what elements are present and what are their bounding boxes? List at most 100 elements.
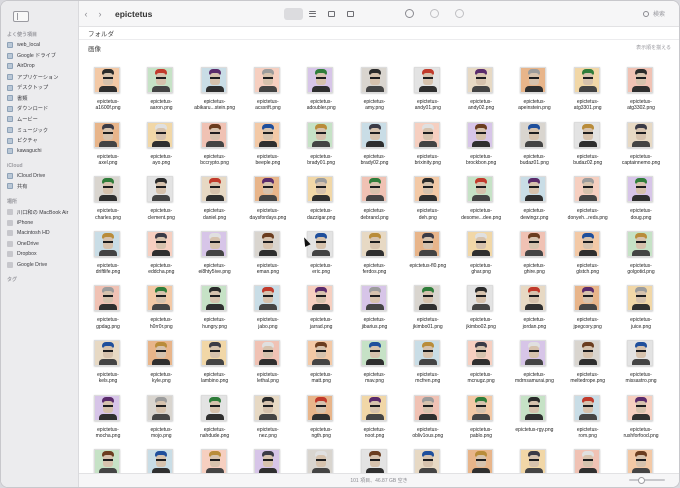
sidebar-item[interactable]: AirDrop bbox=[1, 61, 78, 72]
file-item[interactable]: epictetus-doug.png bbox=[614, 172, 668, 234]
file-item[interactable]: epictetus-brockbon.png bbox=[454, 118, 508, 180]
file-item[interactable]: epictetus-charles.png bbox=[81, 172, 135, 234]
file-item[interactable]: epictetus-acssrift.png bbox=[241, 63, 295, 125]
action-menu-icon[interactable] bbox=[405, 9, 415, 18]
sidebar-item[interactable]: ピクチャ bbox=[1, 135, 78, 146]
sidebar-item[interactable]: Dropbox bbox=[1, 249, 78, 260]
file-item[interactable]: epictetus-jkimbo01.png bbox=[401, 281, 455, 343]
file-item[interactable]: epictetus-adoubler.png bbox=[294, 63, 348, 125]
file-item[interactable]: epictetus-ghire.png bbox=[507, 227, 561, 289]
file-item[interactable]: epictetus-mcfren.png bbox=[401, 336, 455, 398]
sidebar-item[interactable]: iCloud Drive bbox=[1, 171, 78, 182]
sidebar-item[interactable]: kawaguchi bbox=[1, 146, 78, 157]
file-item[interactable]: epictetus-captainnemo.png bbox=[614, 118, 668, 180]
search-field[interactable]: 検索 bbox=[642, 9, 665, 18]
sidebar-item[interactable]: Macintosh HD bbox=[1, 228, 78, 239]
tag-icon[interactable] bbox=[455, 9, 465, 18]
file-item[interactable]: epictetus-lethal.png bbox=[241, 336, 295, 398]
file-item[interactable]: epictetus-deh.png bbox=[401, 172, 455, 234]
file-item[interactable]: epictetus-rom.png bbox=[561, 391, 615, 453]
file-item[interactable] bbox=[561, 445, 615, 473]
file-item[interactable]: epictetus-apeinstein.png bbox=[507, 63, 561, 125]
file-item[interactable]: epictetus-daysfordays.png bbox=[241, 172, 295, 234]
file-item[interactable]: epictetus-desome...dee.png bbox=[454, 172, 508, 234]
file-item[interactable]: epictetus-ghar.png bbox=[454, 227, 508, 289]
file-item[interactable]: epictetus-axel.png bbox=[81, 118, 135, 180]
file-item[interactable]: epictetus-aaron.png bbox=[134, 63, 188, 125]
view-icons-button[interactable] bbox=[79, 7, 679, 43]
file-item[interactable]: epictetus-glstch.png bbox=[561, 227, 615, 289]
file-item[interactable] bbox=[294, 445, 348, 473]
file-item[interactable] bbox=[81, 445, 135, 473]
file-item[interactable]: epictetus-budaz02.png bbox=[561, 118, 615, 180]
file-item[interactable]: epictetus-meltedrope.png bbox=[561, 336, 615, 398]
view-list-button[interactable] bbox=[303, 8, 322, 20]
sidebar-item[interactable]: ミュージック bbox=[1, 125, 78, 136]
sidebar-item[interactable]: OneDrive bbox=[1, 239, 78, 250]
file-item[interactable] bbox=[348, 445, 402, 473]
file-item[interactable]: epictetus-clement.png bbox=[134, 172, 188, 234]
file-item[interactable]: epictetus-brady01.png bbox=[294, 118, 348, 180]
file-item[interactable]: epictetus-bccrypto.png bbox=[188, 118, 242, 180]
file-item[interactable]: epictetus-fl0.png bbox=[401, 227, 455, 289]
share-icon[interactable] bbox=[430, 9, 440, 18]
file-item[interactable]: epictetus-driftlife.png bbox=[81, 227, 135, 289]
file-item[interactable]: epictetus-jibarius.png bbox=[348, 281, 402, 343]
file-item[interactable]: epictetus-gpdag.png bbox=[81, 281, 135, 343]
view-gallery-button[interactable] bbox=[341, 8, 360, 20]
file-item[interactable]: epictetus-mcnugz.png bbox=[454, 336, 508, 398]
file-item[interactable]: epictetus-mocha.png bbox=[81, 391, 135, 453]
file-item[interactable]: epictetus-dazzigar.png bbox=[294, 172, 348, 234]
file-item[interactable]: epictetus-jkimbo02.png bbox=[454, 281, 508, 343]
file-item[interactable] bbox=[507, 445, 561, 473]
sidebar-item[interactable]: iPhone bbox=[1, 217, 78, 228]
sidebar-item[interactable]: デスクトップ bbox=[1, 82, 78, 93]
file-item[interactable]: epictetus-ei8hty5ive.png bbox=[188, 227, 242, 289]
file-item[interactable]: epictetus-budaz01.png bbox=[507, 118, 561, 180]
file-item[interactable]: epictetus-missastro.png bbox=[614, 336, 668, 398]
sidebar-item[interactable]: Google Drive bbox=[1, 260, 78, 271]
file-item[interactable]: epictetus-mdrnsamurai.png bbox=[507, 336, 561, 398]
file-item[interactable]: epictetus-ferdos.png bbox=[348, 227, 402, 289]
file-item[interactable]: epictetus-ngth.png bbox=[294, 391, 348, 453]
file-item[interactable]: epictetus-kyle.png bbox=[134, 336, 188, 398]
sidebar-item[interactable]: Google ドライブ bbox=[1, 51, 78, 62]
sort-label[interactable]: 表示順を揃える bbox=[636, 44, 671, 51]
file-item[interactable]: epictetus-debrand.png bbox=[348, 172, 402, 234]
file-item[interactable] bbox=[454, 445, 508, 473]
file-item[interactable]: epictetus-atg3301.png bbox=[561, 63, 615, 125]
file-item[interactable] bbox=[188, 445, 242, 473]
slider-knob[interactable] bbox=[638, 476, 645, 484]
file-item[interactable]: epictetus-ayo.png bbox=[134, 118, 188, 180]
file-item[interactable]: epictetus-noot.png bbox=[348, 391, 402, 453]
file-item[interactable] bbox=[134, 445, 188, 473]
file-item[interactable]: epictetus-golgotid.png bbox=[614, 227, 668, 289]
file-item[interactable]: epictetus-nahdude.png bbox=[188, 391, 242, 453]
file-item[interactable]: epictetus-obliv1ous.png bbox=[401, 391, 455, 453]
sidebar-item[interactable]: ダウンロード bbox=[1, 104, 78, 115]
file-item[interactable]: epictetus-jarrad.png bbox=[294, 281, 348, 343]
file-item[interactable]: epictetus-dewingz.png bbox=[507, 172, 561, 234]
file-item[interactable]: epictetus-mav.png bbox=[348, 336, 402, 398]
file-item[interactable]: epictetus-nez.png bbox=[241, 391, 295, 453]
sidebar-item[interactable]: 書類 bbox=[1, 93, 78, 104]
sidebar-item[interactable]: 共有 bbox=[1, 181, 78, 192]
file-item[interactable]: epictetus-brixinity.png bbox=[401, 118, 455, 180]
file-item[interactable]: epictetus-andy02.png bbox=[454, 63, 508, 125]
sidebar-item[interactable]: ムービー bbox=[1, 114, 78, 125]
icon-size-slider[interactable] bbox=[629, 476, 665, 484]
file-item[interactable]: epictetus-brady02.png bbox=[348, 118, 402, 180]
file-item[interactable]: epictetus-a1600f.png bbox=[81, 63, 135, 125]
file-item[interactable]: epictetus-atg3302.png bbox=[614, 63, 668, 125]
file-item[interactable]: epictetus-h0rr0r.png bbox=[134, 281, 188, 343]
file-item[interactable]: epictetus-beeple.png bbox=[241, 118, 295, 180]
file-item[interactable]: epictetus-hungry.png bbox=[188, 281, 242, 343]
file-item[interactable]: epictetus-rushforfood.png bbox=[614, 391, 668, 453]
group-button[interactable] bbox=[79, 8, 679, 43]
file-item[interactable]: epictetus-matt.png bbox=[294, 336, 348, 398]
file-item[interactable]: epictetus-andy01.png bbox=[401, 63, 455, 125]
file-item[interactable] bbox=[401, 445, 455, 473]
file-item[interactable]: epictetus-donyeh...reds.png bbox=[561, 172, 615, 234]
file-item[interactable] bbox=[614, 445, 668, 473]
file-item[interactable]: epictetus-jordan.png bbox=[507, 281, 561, 343]
